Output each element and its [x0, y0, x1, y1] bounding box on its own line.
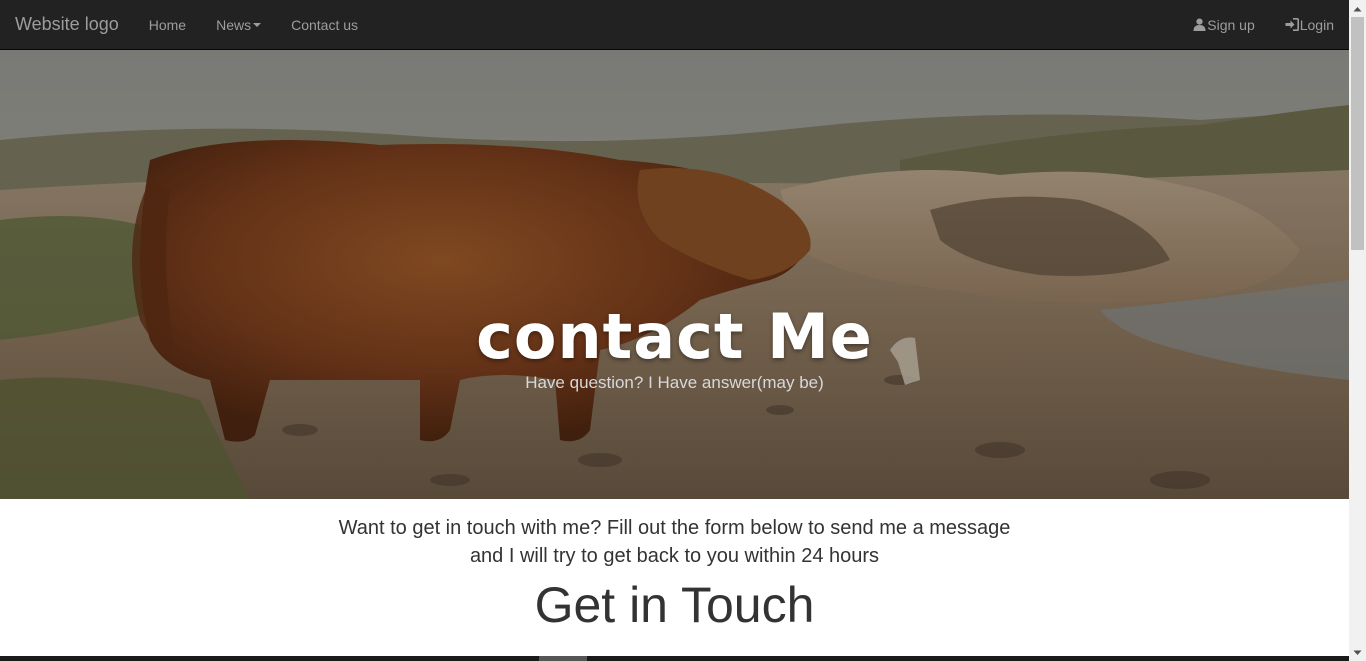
nav-links: Home News Contact us: [134, 0, 373, 50]
user-icon: [1192, 18, 1206, 32]
page: Website logo Home News Contact us Sign u…: [0, 0, 1366, 661]
scroll-down-arrow-icon[interactable]: [1349, 644, 1366, 661]
hero-dark-overlay: [0, 50, 1349, 499]
scroll-up-arrow-icon[interactable]: [1349, 0, 1366, 17]
intro-line-1: Want to get in touch with me? Fill out t…: [338, 517, 1011, 539]
hero-title: contact Me: [476, 300, 873, 373]
hero-banner: contact Me Have question? I Have answer(…: [0, 50, 1349, 499]
scrollbar-thumb[interactable]: [1351, 17, 1364, 250]
top-navbar: Website logo Home News Contact us Sign u…: [0, 0, 1349, 50]
login-icon: [1285, 18, 1299, 32]
intro-line-2: and I will try to get back to you within…: [469, 545, 880, 567]
caret-down-icon: [253, 22, 262, 27]
nav-news-label: News: [216, 16, 252, 33]
login-label: Login: [1299, 16, 1334, 33]
next-section-preview: [0, 656, 1349, 661]
nav-contact-label: Contact us: [291, 16, 359, 33]
nav-news-dropdown[interactable]: News: [201, 0, 276, 50]
website-logo[interactable]: Website logo: [15, 14, 119, 35]
intro-text: Want to get in touch with me? Fill out t…: [0, 514, 1349, 570]
signup-label: Sign up: [1207, 16, 1255, 33]
hero-subtitle: Have question? I Have answer(may be): [525, 373, 824, 392]
vertical-scrollbar[interactable]: [1349, 0, 1366, 661]
nav-home-label: Home: [148, 16, 187, 33]
login-link[interactable]: Login: [1270, 0, 1349, 50]
nav-contact-link[interactable]: Contact us: [276, 0, 373, 50]
signup-link[interactable]: Sign up: [1177, 0, 1269, 50]
get-in-touch-heading: Get in Touch: [534, 577, 815, 633]
nav-home-link[interactable]: Home: [134, 0, 201, 50]
preview-highlight: [539, 656, 587, 661]
nav-auth-links: Sign up Login: [1177, 0, 1349, 50]
